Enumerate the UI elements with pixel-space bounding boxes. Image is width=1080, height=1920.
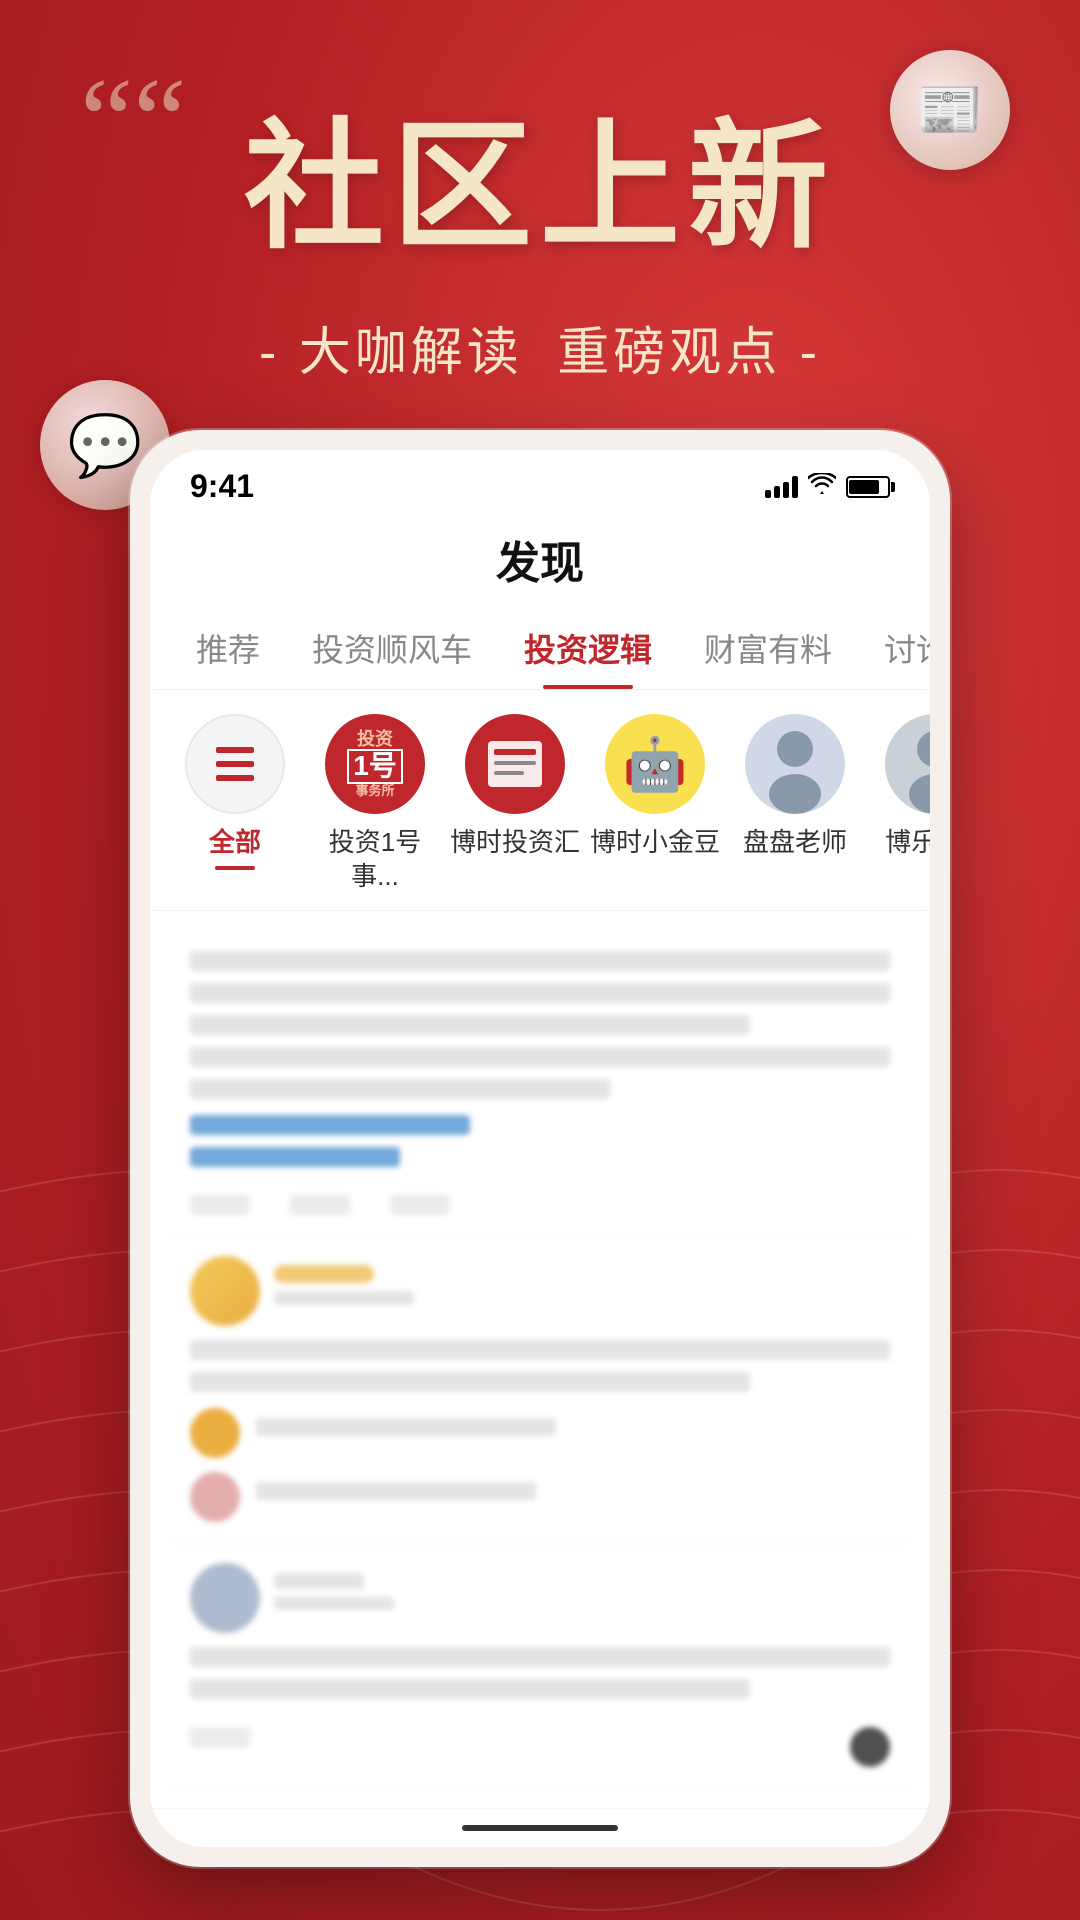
wifi-icon (808, 473, 836, 501)
phone-screen: 9:41 (150, 450, 930, 1847)
content-post-2 (170, 1236, 910, 1543)
channel-5-label: 博乐德... (885, 826, 930, 860)
status-bar: 9:41 (150, 450, 930, 517)
tab-wealth[interactable]: 财富有料 (678, 607, 858, 689)
post-2-avatar (190, 1256, 260, 1326)
post-2-header (190, 1256, 890, 1326)
channel-3-icon: 🤖 (605, 714, 705, 814)
phone-frame: 9:41 (130, 430, 950, 1867)
post-1-actions (190, 1183, 890, 1215)
channel-all[interactable]: 全部 (170, 714, 300, 870)
channel-1[interactable]: 投资 1号 事务所 投资1号事... (310, 714, 440, 894)
channel-3-label: 博时小金豆 (590, 826, 720, 860)
channel-4[interactable]: 盘盘老师 (730, 714, 860, 860)
subtitle-prefix: - 大咖解读 (259, 324, 523, 382)
phone-mockup: 9:41 (130, 430, 950, 1867)
main-title-text: 社区上新 (0, 110, 1080, 264)
post-3-actions (190, 1715, 890, 1767)
content-post-1 (170, 931, 910, 1236)
channel-1-icon: 投资 1号 事务所 (325, 714, 425, 814)
scrollbar-line (462, 1825, 618, 1831)
tab-investment-logic[interactable]: 投资逻辑 (498, 607, 678, 689)
nav-tabs[interactable]: 推荐 投资顺风车 投资逻辑 财富有料 讨论 (150, 607, 930, 690)
channel-4-label: 盘盘老师 (743, 826, 847, 860)
channel-all-icon (185, 714, 285, 814)
channel-5-icon (885, 714, 930, 814)
page-title: 发现 (190, 527, 890, 607)
signal-icon (765, 476, 798, 498)
tab-recommend[interactable]: 推荐 (170, 607, 286, 689)
channel-all-label: 全部 (209, 826, 261, 860)
subtitle-suffix: 重磅观点 - (557, 324, 821, 382)
channel-all-underline (215, 866, 255, 870)
hero-title-block: 社区上新 (0, 110, 1080, 264)
channel-4-icon (745, 714, 845, 814)
channel-row: 全部 投资 1号 事务所 投资1号事... (150, 690, 930, 911)
channel-1-label: 投资1号事... (310, 826, 440, 894)
status-time: 9:41 (190, 468, 254, 505)
tab-discussion[interactable]: 讨论 (858, 607, 930, 689)
channel-3[interactable]: 🤖 博时小金豆 (590, 714, 720, 860)
channel-2-label: 博时投资汇 (450, 826, 580, 860)
content-area (150, 911, 930, 1808)
hero-subtitle: - 大咖解读 重磅观点 - (0, 310, 1080, 385)
channel-2[interactable]: 博时投资汇 (450, 714, 580, 860)
status-icons (765, 473, 890, 501)
content-post-3 (170, 1543, 910, 1788)
app-header: 发现 (150, 517, 930, 607)
channel-5[interactable]: 博乐德... (870, 714, 930, 860)
battery-icon (846, 476, 890, 498)
tab-investment-tailwind[interactable]: 投资顺风车 (286, 607, 498, 689)
phone-scrollbar (150, 1808, 930, 1847)
post-3-header (190, 1563, 890, 1633)
channel-2-icon (465, 714, 565, 814)
